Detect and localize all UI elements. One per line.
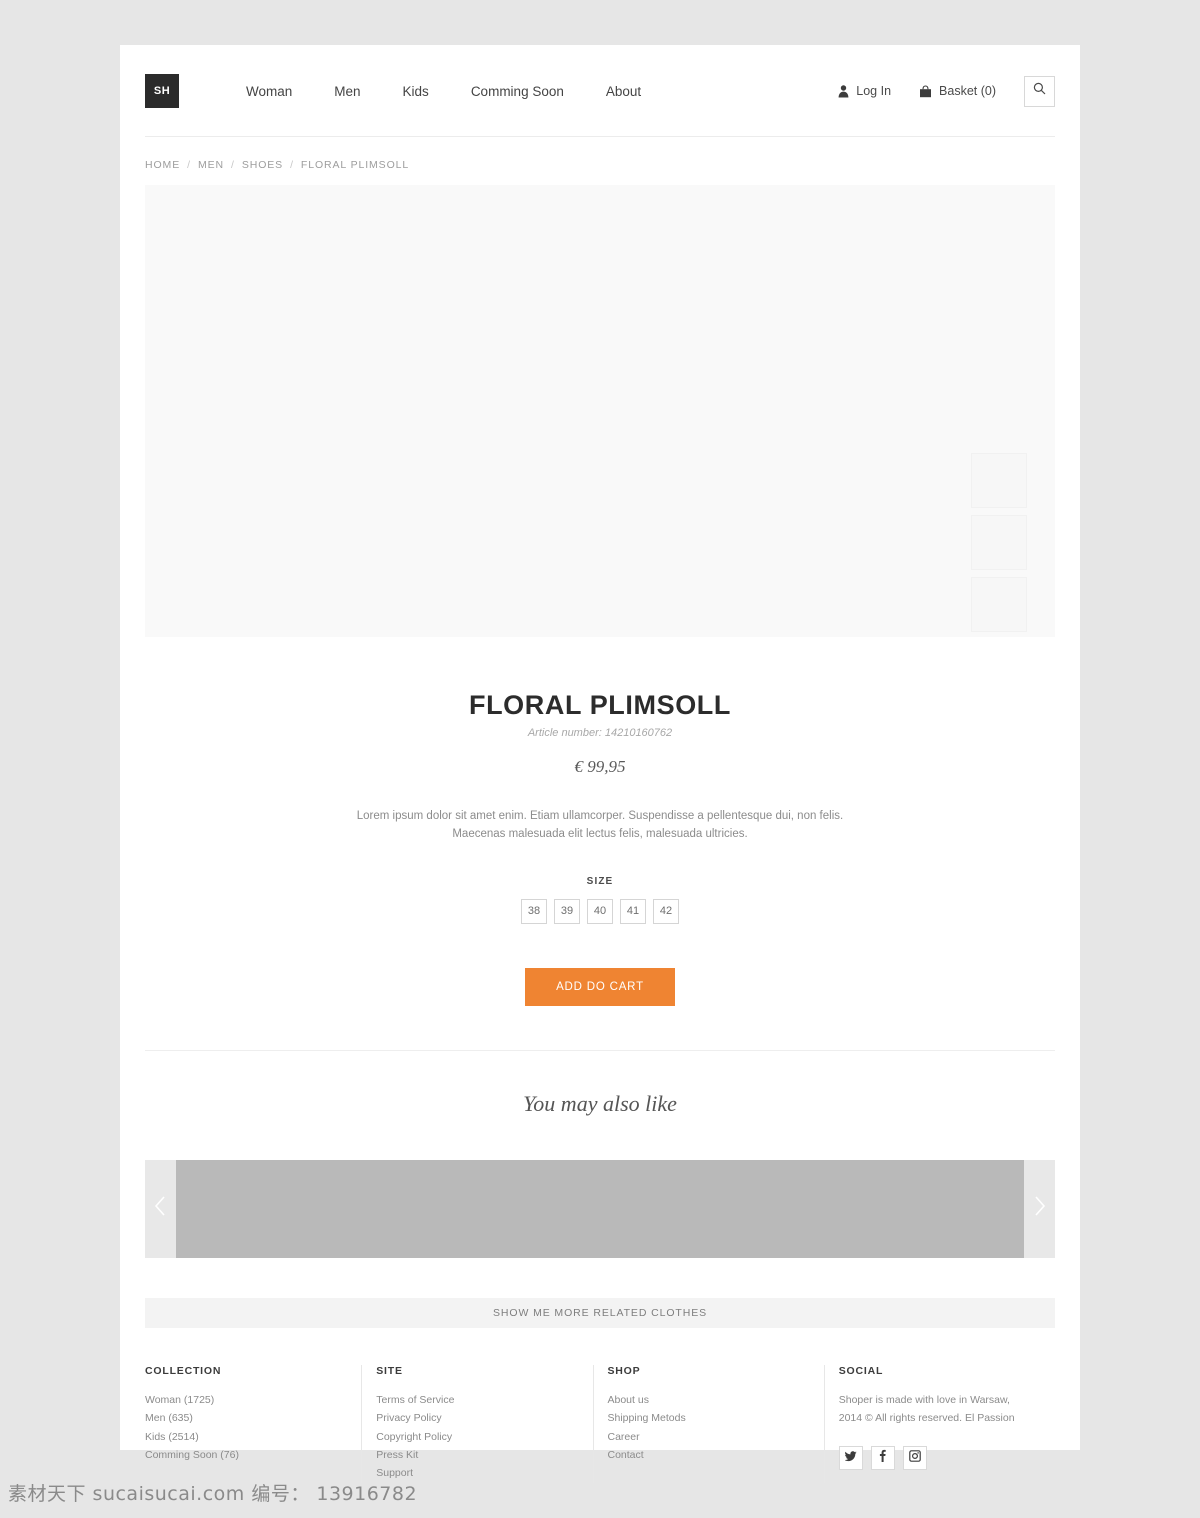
footer-column-collection: COLLECTION Woman (1725) Men (635) Kids (… — [145, 1365, 361, 1483]
product-price: € 99,95 — [574, 757, 626, 776]
product-thumbnail-list — [971, 453, 1027, 632]
social-link-twitter[interactable] — [838, 1445, 863, 1470]
footer-link-contact[interactable]: Contact — [608, 1446, 824, 1464]
size-selector: 38 39 40 41 42 — [120, 898, 1080, 924]
main-navigation: Woman Men Kids Comming Soon About — [225, 45, 662, 137]
basket-button[interactable]: Basket (0) — [919, 84, 996, 98]
footer-column-social: SOCIAL Shoper is made with love in Warsa… — [823, 1364, 1055, 1483]
breadcrumb-separator: / — [290, 159, 294, 171]
breadcrumb-item-current: FLORAL PLIMSOLL — [300, 159, 410, 171]
footer-link-copyright-policy[interactable]: Copyright Policy — [376, 1428, 592, 1446]
footer-link-men[interactable]: Men (635) — [145, 1409, 361, 1427]
add-to-cart-button[interactable]: ADD DO CART — [525, 967, 675, 1006]
nav-item-men[interactable]: Men — [313, 84, 381, 99]
footer-column-shop: SHOP About us Shipping Metods Career Con… — [592, 1364, 824, 1483]
page-container: SH Woman Men Kids Comming Soon About Log… — [120, 45, 1080, 1483]
breadcrumb-item-home[interactable]: HOME — [145, 159, 180, 171]
site-header: SH Woman Men Kids Comming Soon About Log… — [145, 45, 1055, 137]
carousel-next-button[interactable] — [1024, 1160, 1055, 1258]
product-info: FLORAL PLIMSOLL Article number: 14210160… — [120, 637, 1080, 1006]
header-actions: Log In Basket (0) — [838, 45, 1055, 137]
size-option-38[interactable]: 38 — [521, 898, 547, 924]
show-more-related-button[interactable]: SHOW ME MORE RELATED CLOTHES — [145, 1297, 1055, 1328]
site-footer: COLLECTION Woman (1725) Men (635) Kids (… — [145, 1364, 1055, 1483]
article-number: Article number: 14210160762 — [527, 727, 673, 739]
page-title: FLORAL PLIMSOLL — [469, 690, 731, 720]
product-description: Lorem ipsum dolor sit amet enim. Etiam u… — [356, 810, 844, 841]
footer-link-woman[interactable]: Woman (1725) — [145, 1391, 361, 1409]
twitter-icon — [844, 1449, 857, 1467]
footer-link-kids[interactable]: Kids (2514) — [145, 1428, 361, 1446]
footer-heading-collection: COLLECTION — [145, 1364, 222, 1377]
facebook-icon — [879, 1449, 886, 1467]
footer-link-career[interactable]: Career — [608, 1428, 824, 1446]
carousel-track[interactable] — [176, 1159, 1024, 1258]
nav-item-woman[interactable]: Woman — [225, 84, 313, 99]
size-option-39[interactable]: 39 — [554, 898, 580, 924]
login-label: Log In — [856, 84, 892, 98]
footer-link-about-us[interactable]: About us — [608, 1391, 824, 1409]
bag-icon — [919, 84, 932, 98]
carousel-prev-button[interactable] — [145, 1160, 176, 1258]
breadcrumb-separator: / — [187, 159, 191, 171]
breadcrumb-item-men[interactable]: MEN — [198, 159, 224, 171]
nav-item-kids[interactable]: Kids — [382, 84, 450, 99]
size-option-42[interactable]: 42 — [653, 898, 679, 924]
basket-label: Basket (0) — [939, 84, 996, 98]
nav-item-about[interactable]: About — [585, 84, 662, 99]
user-icon — [838, 84, 849, 98]
breadcrumb: HOME / MEN / SHOES / FLORAL PLIMSOLL — [145, 137, 1055, 185]
footer-heading-site: SITE — [376, 1364, 403, 1377]
watermark-text: 素材天下 sucaisucai.com 编号： 13916782 — [8, 1483, 418, 1505]
breadcrumb-item-shoes[interactable]: SHOES — [242, 159, 283, 171]
social-link-instagram[interactable] — [902, 1445, 927, 1470]
social-link-facebook[interactable] — [870, 1445, 895, 1470]
footer-credit-line-1: Shoper is made with love in Warsaw, — [838, 1393, 1010, 1406]
footer-link-shipping-methods[interactable]: Shipping Metods — [608, 1409, 824, 1427]
footer-link-comming-soon[interactable]: Comming Soon (76) — [145, 1446, 361, 1464]
related-heading: You may also like — [523, 1090, 677, 1116]
nav-item-comming-soon[interactable]: Comming Soon — [450, 84, 585, 99]
size-option-41[interactable]: 41 — [620, 898, 646, 924]
related-carousel — [145, 1159, 1055, 1258]
product-thumbnail[interactable] — [971, 453, 1027, 508]
search-button[interactable] — [1024, 75, 1055, 107]
product-thumbnail[interactable] — [971, 515, 1027, 570]
footer-link-press-kit[interactable]: Press Kit — [376, 1446, 592, 1464]
site-logo[interactable]: SH — [145, 74, 179, 108]
footer-credit-line-2: 2014 © All rights reserved. El Passion — [838, 1412, 1015, 1425]
login-button[interactable]: Log In — [838, 84, 891, 98]
footer-column-site: SITE Terms of Service Privacy Policy Cop… — [361, 1364, 592, 1483]
instagram-icon — [908, 1449, 921, 1467]
chevron-right-icon — [1033, 1195, 1046, 1222]
search-icon — [1033, 82, 1046, 100]
size-option-40[interactable]: 40 — [587, 898, 613, 924]
footer-heading-social: SOCIAL — [838, 1364, 884, 1377]
footer-link-privacy-policy[interactable]: Privacy Policy — [376, 1409, 592, 1427]
size-label: SIZE — [586, 875, 614, 887]
breadcrumb-separator: / — [230, 159, 235, 171]
social-links — [838, 1445, 1055, 1470]
chevron-left-icon — [154, 1195, 167, 1222]
footer-link-terms-of-service[interactable]: Terms of Service — [376, 1391, 592, 1409]
product-thumbnail[interactable] — [971, 577, 1027, 632]
footer-heading-shop: SHOP — [607, 1364, 641, 1377]
product-hero-image — [145, 185, 1055, 637]
